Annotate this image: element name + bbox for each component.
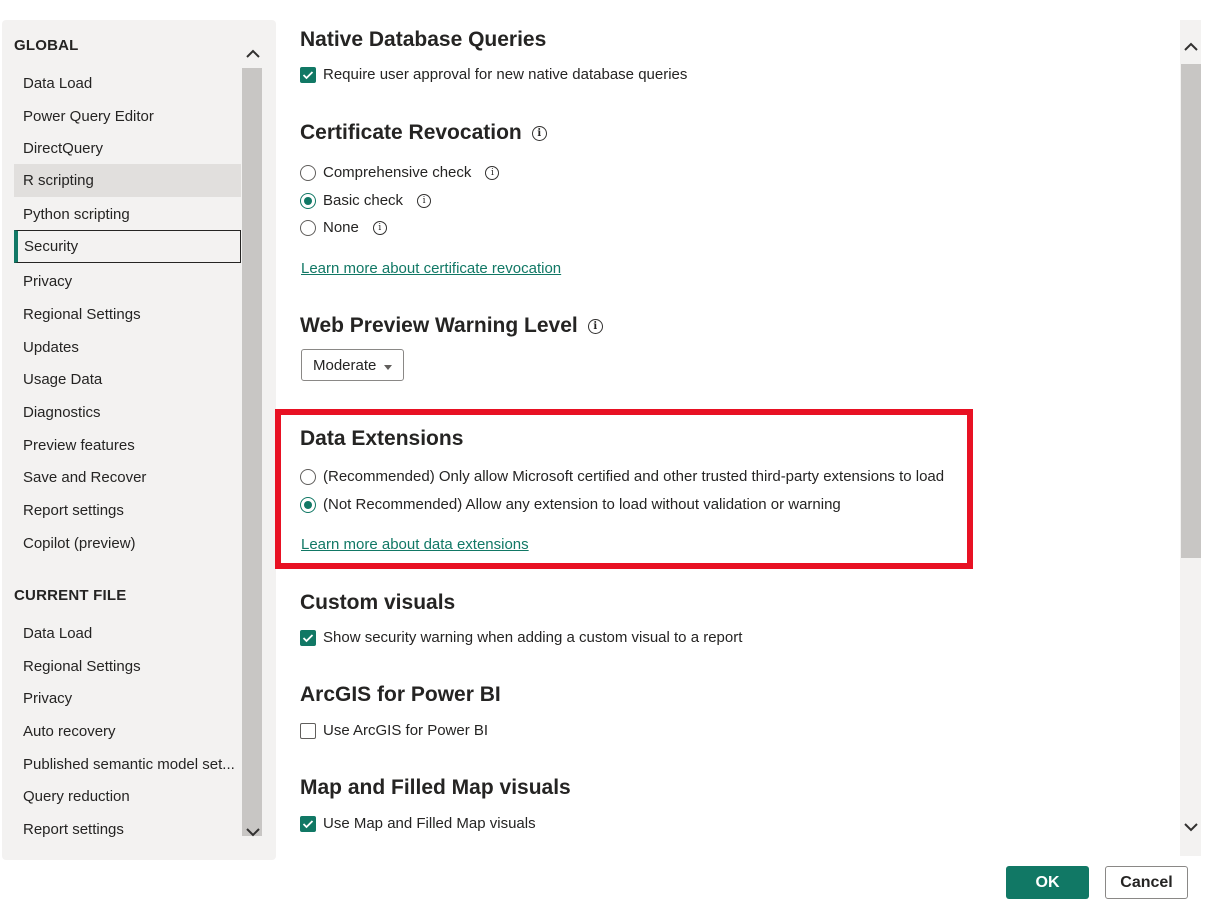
sidebar-item-file-regional-settings[interactable]: Regional Settings <box>14 650 241 683</box>
web-preview-level-dropdown[interactable]: Moderate <box>301 349 404 381</box>
arcgis-checkbox[interactable]: Use ArcGIS for Power BI <box>300 722 488 739</box>
info-icon[interactable]: i <box>587 318 603 334</box>
custom-visual-warning-checkbox[interactable]: Show security warning when adding a cust… <box>300 629 742 646</box>
main-scrollbar-thumb[interactable] <box>1181 64 1201 558</box>
cancel-button[interactable]: Cancel <box>1105 866 1188 899</box>
info-icon[interactable]: i <box>531 125 547 141</box>
section-title-native-db: Native Database Queries <box>300 28 547 51</box>
sidebar-item-directquery[interactable]: DirectQuery <box>14 132 241 165</box>
sidebar-item-file-auto-recovery[interactable]: Auto recovery <box>14 715 241 748</box>
sidebar-header-global: GLOBAL <box>14 37 79 54</box>
radio-none[interactable]: None i <box>300 219 387 236</box>
sidebar-scrollbar[interactable] <box>242 68 262 836</box>
section-title-arcgis: ArcGIS for Power BI <box>300 683 501 706</box>
radio-button-selected <box>300 192 316 209</box>
radio-button <box>300 164 316 181</box>
check-icon <box>300 66 316 83</box>
sidebar-item-preview-features[interactable]: Preview features <box>14 429 241 462</box>
sidebar-item-file-published-semantic-model[interactable]: Published semantic model set... <box>14 748 241 781</box>
sidebar-item-python-scripting[interactable]: Python scripting <box>14 198 241 231</box>
sidebar-item-updates[interactable]: Updates <box>14 331 241 364</box>
section-title-web-preview: Web Preview Warning Level i <box>300 314 603 338</box>
section-title-map-visuals: Map and Filled Map visuals <box>300 776 571 799</box>
ok-button[interactable]: OK <box>1006 866 1089 899</box>
chevron-up-icon[interactable] <box>242 42 264 66</box>
sidebar-item-diagnostics[interactable]: Diagnostics <box>14 396 241 429</box>
sidebar-item-security[interactable]: Security <box>14 230 241 263</box>
chevron-down-icon[interactable] <box>1180 816 1202 838</box>
native-db-approval-checkbox[interactable]: Require user approval for new native dat… <box>300 66 687 83</box>
radio-button <box>300 219 316 236</box>
chevron-up-icon[interactable] <box>1180 36 1202 58</box>
sidebar-item-power-query-editor[interactable]: Power Query Editor <box>14 100 241 133</box>
info-icon[interactable]: i <box>485 165 500 180</box>
radio-basic-check[interactable]: Basic check i <box>300 192 432 209</box>
sidebar-item-usage-data[interactable]: Usage Data <box>14 363 241 396</box>
sidebar-item-copilot-preview[interactable]: Copilot (preview) <box>14 527 241 560</box>
highlight-box-data-extensions <box>275 409 973 569</box>
caret-down-icon <box>384 357 393 374</box>
checkbox-unchecked <box>300 722 316 739</box>
sidebar-item-file-query-reduction[interactable]: Query reduction <box>14 780 241 813</box>
sidebar-item-file-data-load[interactable]: Data Load <box>14 617 241 650</box>
options-sidebar: GLOBAL Data Load Power Query Editor Dire… <box>2 20 276 860</box>
sidebar-item-regional-settings[interactable]: Regional Settings <box>14 298 241 331</box>
info-icon[interactable]: i <box>372 220 387 235</box>
sidebar-item-file-report-settings[interactable]: Report settings <box>14 813 241 846</box>
check-icon <box>300 815 316 832</box>
section-title-certificate-revocation: Certificate Revocation i <box>300 121 547 145</box>
sidebar-header-current-file: CURRENT FILE <box>14 587 127 604</box>
sidebar-item-report-settings[interactable]: Report settings <box>14 494 241 527</box>
chevron-down-icon[interactable] <box>242 820 264 844</box>
sidebar-item-privacy[interactable]: Privacy <box>14 265 241 298</box>
map-visuals-checkbox[interactable]: Use Map and Filled Map visuals <box>300 815 536 832</box>
check-icon <box>300 629 316 646</box>
section-title-custom-visuals: Custom visuals <box>300 591 456 614</box>
info-icon[interactable]: i <box>417 193 432 208</box>
radio-comprehensive-check[interactable]: Comprehensive check i <box>300 164 500 181</box>
sidebar-item-r-scripting[interactable]: R scripting <box>14 164 241 197</box>
link-certificate-revocation[interactable]: Learn more about certificate revocation <box>301 260 561 277</box>
sidebar-item-data-load[interactable]: Data Load <box>14 67 241 100</box>
sidebar-item-save-and-recover[interactable]: Save and Recover <box>14 461 241 494</box>
sidebar-item-file-privacy[interactable]: Privacy <box>14 682 241 715</box>
